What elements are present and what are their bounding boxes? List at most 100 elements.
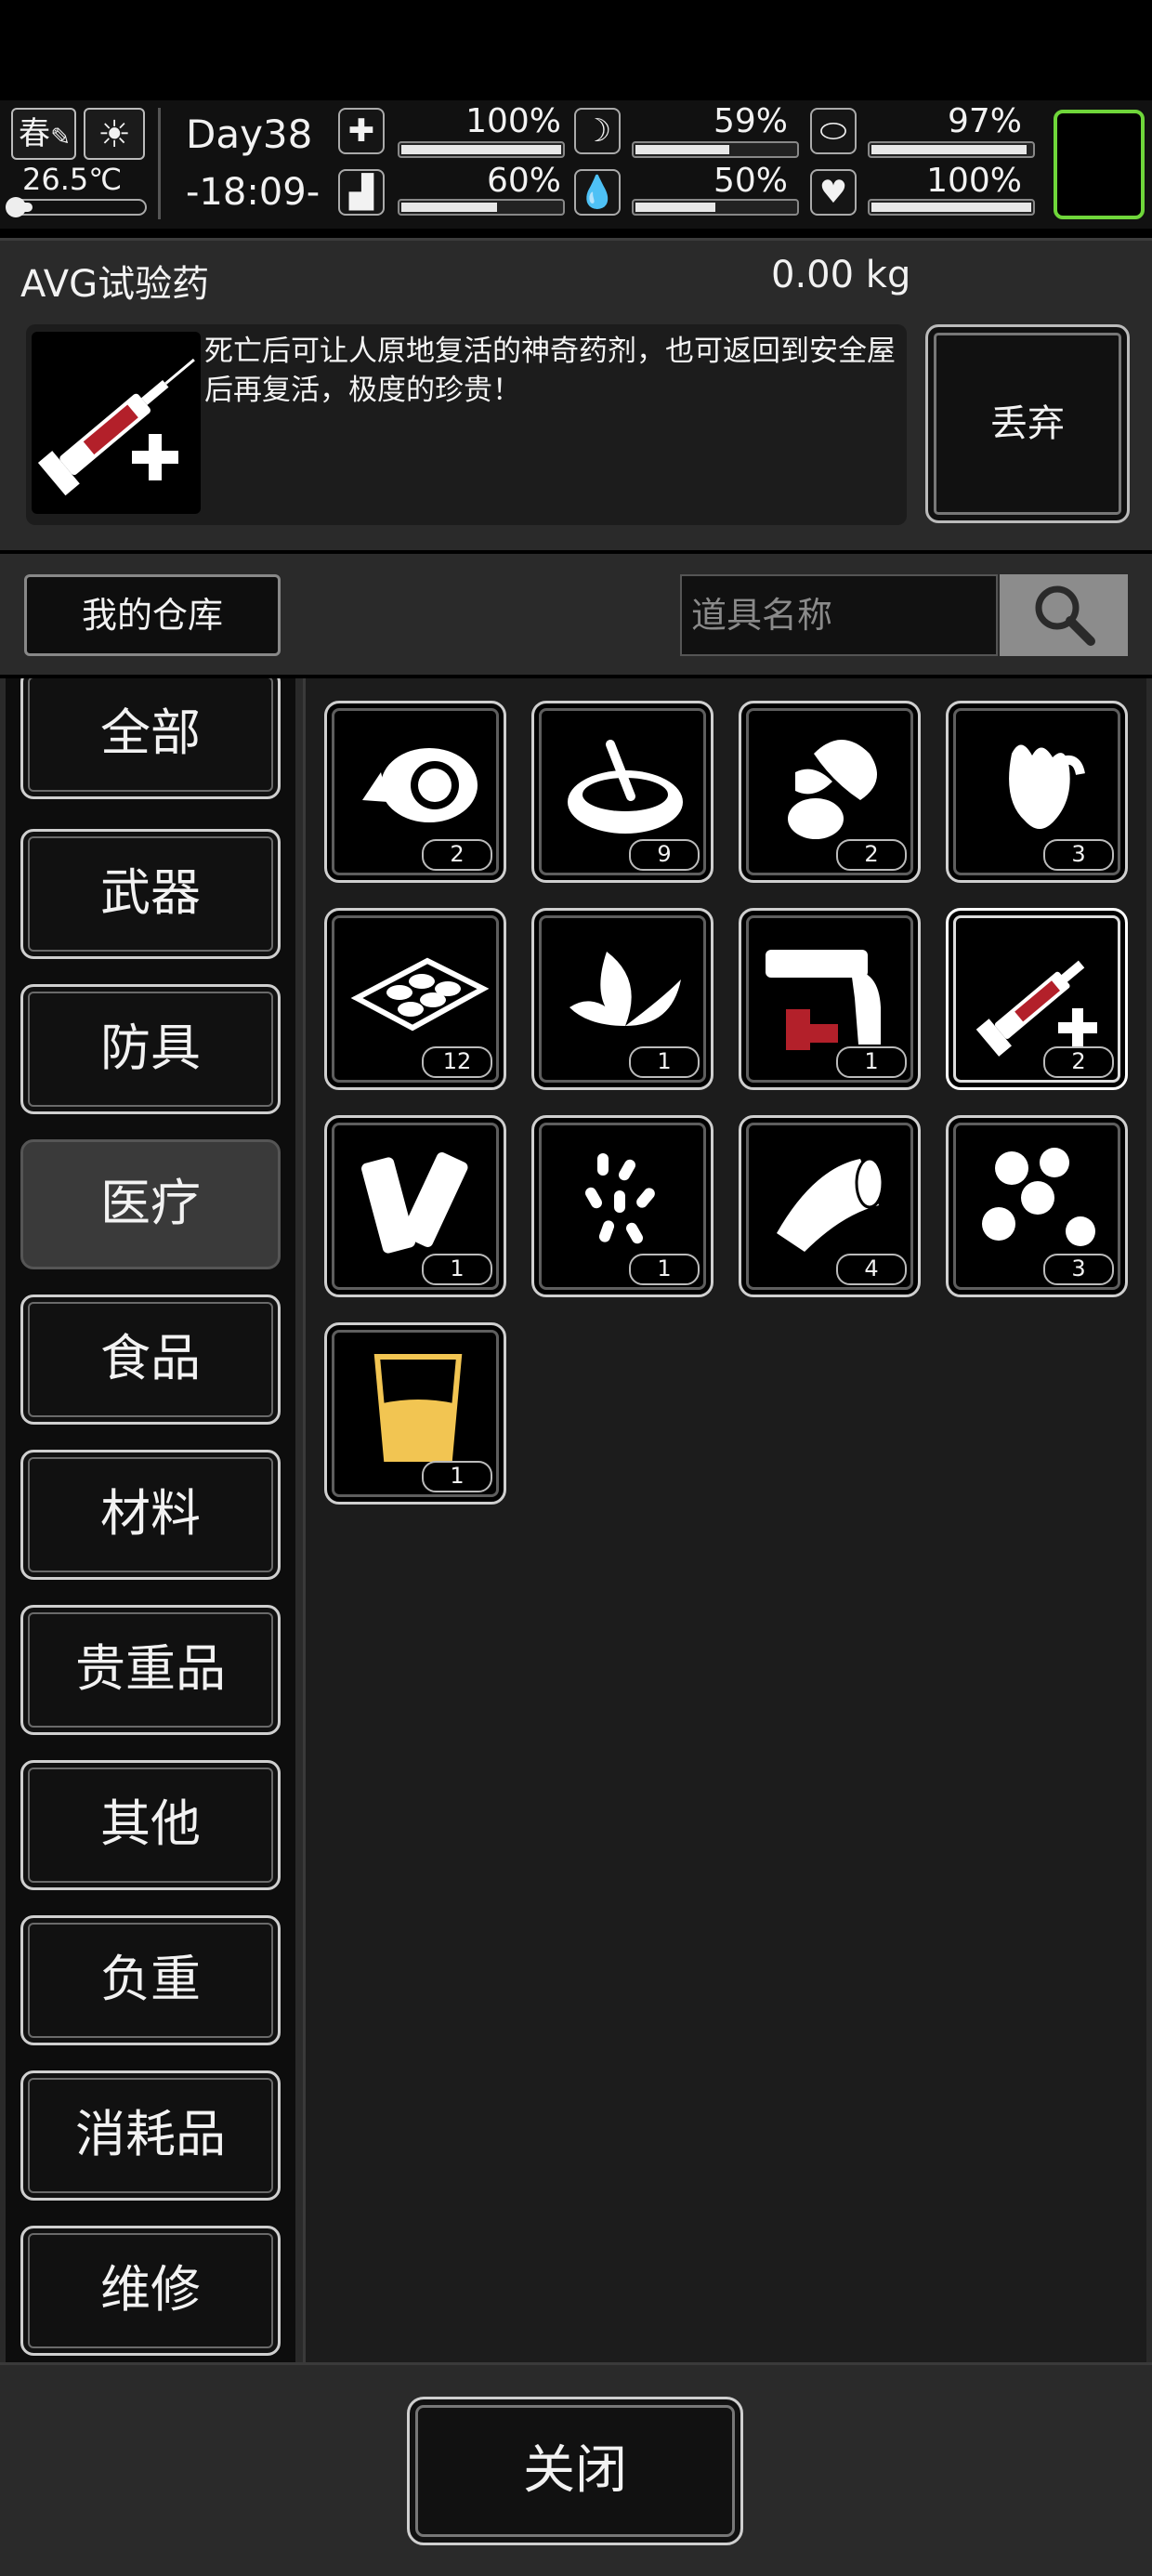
item-slot[interactable]: 2	[739, 701, 921, 883]
item-slot[interactable]: 3	[946, 1115, 1128, 1297]
health-bar-fill	[401, 145, 561, 154]
item-name-search-input[interactable]	[680, 574, 998, 656]
search-button[interactable]	[1000, 574, 1128, 656]
bandage-icon	[777, 1157, 884, 1252]
heart-icon: ♥	[810, 169, 857, 216]
soup-bowl-icon	[568, 740, 683, 834]
season-indicator: 春 ✎	[11, 108, 76, 160]
equipment-slot[interactable]	[1054, 110, 1145, 219]
item-slot[interactable]: 9	[531, 701, 713, 883]
thirst-bar	[632, 199, 799, 216]
foot-icon: ▟	[338, 169, 385, 216]
category-materials[interactable]: 材料	[20, 1450, 281, 1580]
mood-bar-fill	[871, 203, 1031, 212]
sun-icon: ☀	[84, 108, 145, 160]
thirst-value: 50%	[713, 162, 788, 200]
category-armor[interactable]: 防具	[20, 984, 281, 1114]
warehouse-main: 全部 武器 防具 医疗 食品 材料 贵重品 其他 负重 消耗品 维修 2 9 2…	[0, 678, 1152, 2362]
game-clock: -18:09-	[186, 171, 321, 214]
item-count: 3	[1043, 839, 1114, 871]
my-warehouse-button[interactable]: 我的仓库	[24, 574, 281, 656]
water-drop-icon: 💧	[574, 169, 621, 216]
stomach-icon: ☽	[574, 108, 621, 154]
category-consumables[interactable]: 消耗品	[20, 2070, 281, 2201]
item-count: 3	[1043, 1254, 1114, 1285]
hunger-bar-fill	[635, 145, 729, 154]
item-count: 1	[422, 1461, 492, 1492]
item-slot[interactable]: 1	[324, 1115, 506, 1297]
hunger-value: 59%	[713, 102, 788, 140]
discard-button[interactable]: 丢弃	[925, 324, 1130, 523]
item-slot-selected[interactable]: 2	[946, 908, 1128, 1090]
season-label: 春	[19, 115, 50, 152]
day-counter: Day38	[186, 112, 313, 157]
stamina-value: 60%	[486, 162, 561, 200]
mood-bar	[868, 199, 1035, 216]
category-weapons[interactable]: 武器	[20, 829, 281, 959]
divider	[158, 108, 161, 219]
status-bar: 春 ✎ ☀ 26.5℃ Day38 -18:09- ✚ 100% ☽ 59% ⬭…	[0, 100, 1152, 229]
ointment-icon	[362, 748, 478, 822]
stamina-bar-fill	[401, 203, 497, 212]
item-name: AVG试验药	[20, 263, 210, 306]
thermometer-fill	[13, 203, 33, 212]
category-valuables[interactable]: 贵重品	[20, 1605, 281, 1735]
pills-icon	[585, 1153, 655, 1244]
item-slot[interactable]: 3	[946, 701, 1128, 883]
search-icon	[1035, 585, 1095, 646]
item-slot[interactable]: 1	[324, 1322, 506, 1505]
item-count: 1	[629, 1254, 700, 1285]
medkit-icon: ✚	[338, 108, 385, 154]
category-all[interactable]: 全部	[20, 678, 281, 799]
item-slot[interactable]: 1	[739, 908, 921, 1090]
cup-icon	[373, 1354, 463, 1462]
health-value: 100%	[465, 102, 561, 140]
category-other[interactable]: 其他	[20, 1760, 281, 1890]
description-box: 死亡后可让人原地复活的神奇药剂，也可返回到安全屋后再复活，极度的珍贵！	[26, 324, 907, 525]
flare-gun-icon	[766, 950, 881, 1050]
category-sidebar[interactable]: 全部 武器 防具 医疗 食品 材料 贵重品 其他 负重 消耗品 维修	[6, 678, 295, 2362]
item-slot[interactable]: 2	[324, 701, 506, 883]
thermometer-bar	[6, 197, 147, 217]
item-count: 4	[836, 1254, 907, 1285]
medicine-bar-fill	[871, 145, 1027, 154]
bandage-rolls-icon	[361, 1152, 468, 1254]
item-description: 死亡后可让人原地复活的神奇药剂，也可返回到安全屋后再复活，极度的珍贵！	[204, 335, 896, 407]
syringe-plus-icon	[975, 960, 1097, 1057]
item-slot[interactable]: 12	[324, 908, 506, 1090]
category-medical[interactable]: 医疗	[20, 1139, 281, 1269]
thirst-bar-fill	[635, 203, 715, 212]
close-button[interactable]: 关闭	[407, 2397, 743, 2545]
bottom-bar: 关闭	[0, 2362, 1152, 2576]
item-count: 2	[1043, 1046, 1114, 1078]
hunger-bar	[632, 141, 799, 158]
warehouse-toolbar: 我的仓库	[0, 554, 1152, 675]
mood-value: 100%	[926, 162, 1022, 200]
item-slot[interactable]: 1	[531, 1115, 713, 1297]
item-count: 9	[629, 839, 700, 871]
item-count: 1	[422, 1254, 492, 1285]
chestnuts-icon	[982, 1148, 1095, 1246]
item-slot[interactable]: 4	[739, 1115, 921, 1297]
item-detail-panel: AVG试验药 0.00 kg 死亡后可让人原地复活的神奇药剂，也可返回到安全屋后…	[0, 238, 1152, 550]
feather-icon: ✎	[50, 124, 71, 151]
item-count: 1	[836, 1046, 907, 1078]
herb-root-icon	[788, 740, 877, 839]
leaves-icon	[569, 952, 681, 1026]
medicine-bar	[868, 141, 1035, 158]
category-repair[interactable]: 维修	[20, 2226, 281, 2356]
stamina-bar	[398, 199, 565, 216]
item-weight: 0.00 kg	[771, 254, 911, 296]
category-load[interactable]: 负重	[20, 1915, 281, 2045]
category-food[interactable]: 食品	[20, 1295, 281, 1425]
item-slot[interactable]: 1	[531, 908, 713, 1090]
syringe-plus-icon	[32, 332, 201, 514]
item-count: 2	[422, 839, 492, 871]
item-count: 2	[836, 839, 907, 871]
item-count: 1	[629, 1046, 700, 1078]
capsule-icon: ⬭	[810, 108, 857, 154]
item-grid: 2 9 2 3 12 1 1 2 1 1 4 3 1	[303, 678, 1146, 2362]
ginger-icon	[1009, 744, 1085, 829]
pill-tray-icon	[350, 957, 490, 1032]
medicine-value: 97%	[947, 102, 1022, 140]
